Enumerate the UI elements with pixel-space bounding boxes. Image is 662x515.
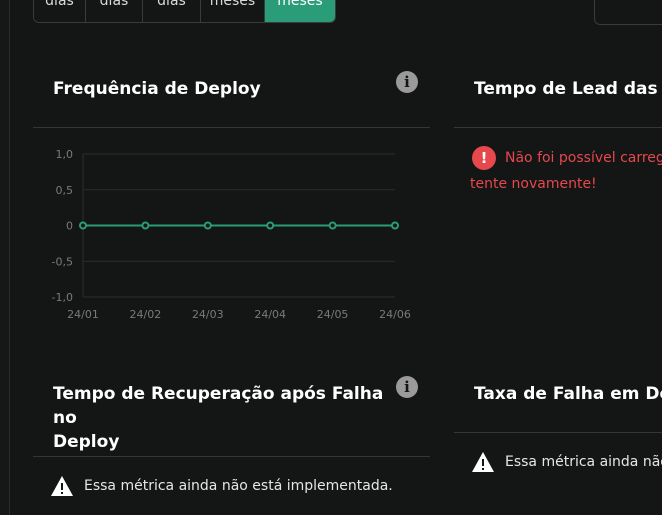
tab-months-2[interactable]: meses — [265, 0, 335, 22]
recovery-time-title: Tempo de Recuperação após Falha no Deplo… — [53, 382, 403, 454]
period-tabs: dias dias dias meses meses — [33, 0, 336, 23]
recovery-title-line-2: Deploy — [53, 432, 120, 452]
y-tick-label: -1,0 — [52, 291, 73, 304]
deploy-frequency-chart: 1,0 0,5 0 -0,5 -1,0 24/01 24/02 24/03 24/04 24/05… — [52, 148, 411, 321]
warning-icon — [51, 476, 73, 496]
data-point — [79, 221, 87, 230]
card-divider — [33, 127, 430, 128]
error-message: Não foi possível carrega tente novamente… — [470, 145, 662, 197]
error-line-2: tente novamente! — [470, 176, 597, 192]
data-point — [391, 221, 399, 230]
tab-months-1[interactable]: meses — [201, 0, 265, 22]
x-tick-label: 24/01 — [67, 308, 99, 321]
top-right-control[interactable] — [594, 0, 662, 25]
data-point — [141, 221, 150, 230]
x-tick-label: 24/06 — [379, 308, 411, 321]
info-icon[interactable]: i — [396, 71, 418, 93]
warning-icon — [472, 452, 494, 472]
y-tick-label: 1,0 — [56, 148, 74, 161]
y-tick-label: 0 — [66, 220, 73, 233]
data-point — [328, 221, 337, 230]
info-icon[interactable]: i — [396, 376, 418, 398]
tab-days-3[interactable]: dias — [143, 0, 201, 22]
lead-time-title: Tempo de Lead das M — [474, 79, 662, 99]
x-tick-label: 24/03 — [192, 308, 224, 321]
deploy-frequency-title: Frequência de Deploy — [53, 79, 261, 99]
y-tick-label: 0,5 — [56, 184, 74, 197]
tab-days-2[interactable]: dias — [86, 0, 143, 22]
warning-text: Essa métrica ainda não está implementada… — [84, 478, 393, 494]
recovery-title-line-1: Tempo de Recuperação após Falha no — [53, 384, 384, 428]
x-tick-label: 24/04 — [254, 308, 286, 321]
card-divider — [33, 456, 430, 457]
x-tick-label: 24/05 — [317, 308, 349, 321]
card-divider — [454, 127, 662, 128]
y-tick-label: -0,5 — [52, 255, 73, 268]
recovery-warning: Essa métrica ainda não está implementada… — [50, 475, 393, 497]
failure-rate-warning: Essa métrica ainda não — [471, 451, 662, 473]
data-point — [203, 221, 212, 230]
left-panel-border — [0, 0, 10, 515]
failure-rate-title: Taxa de Falha em Dep — [474, 384, 662, 404]
warning-text: Essa métrica ainda não — [505, 454, 662, 470]
error-line-1: Não foi possível carrega — [505, 150, 662, 166]
data-point — [266, 221, 275, 230]
x-tick-label: 24/02 — [130, 308, 162, 321]
tab-days-1[interactable]: dias — [34, 0, 86, 22]
card-divider — [454, 432, 662, 433]
